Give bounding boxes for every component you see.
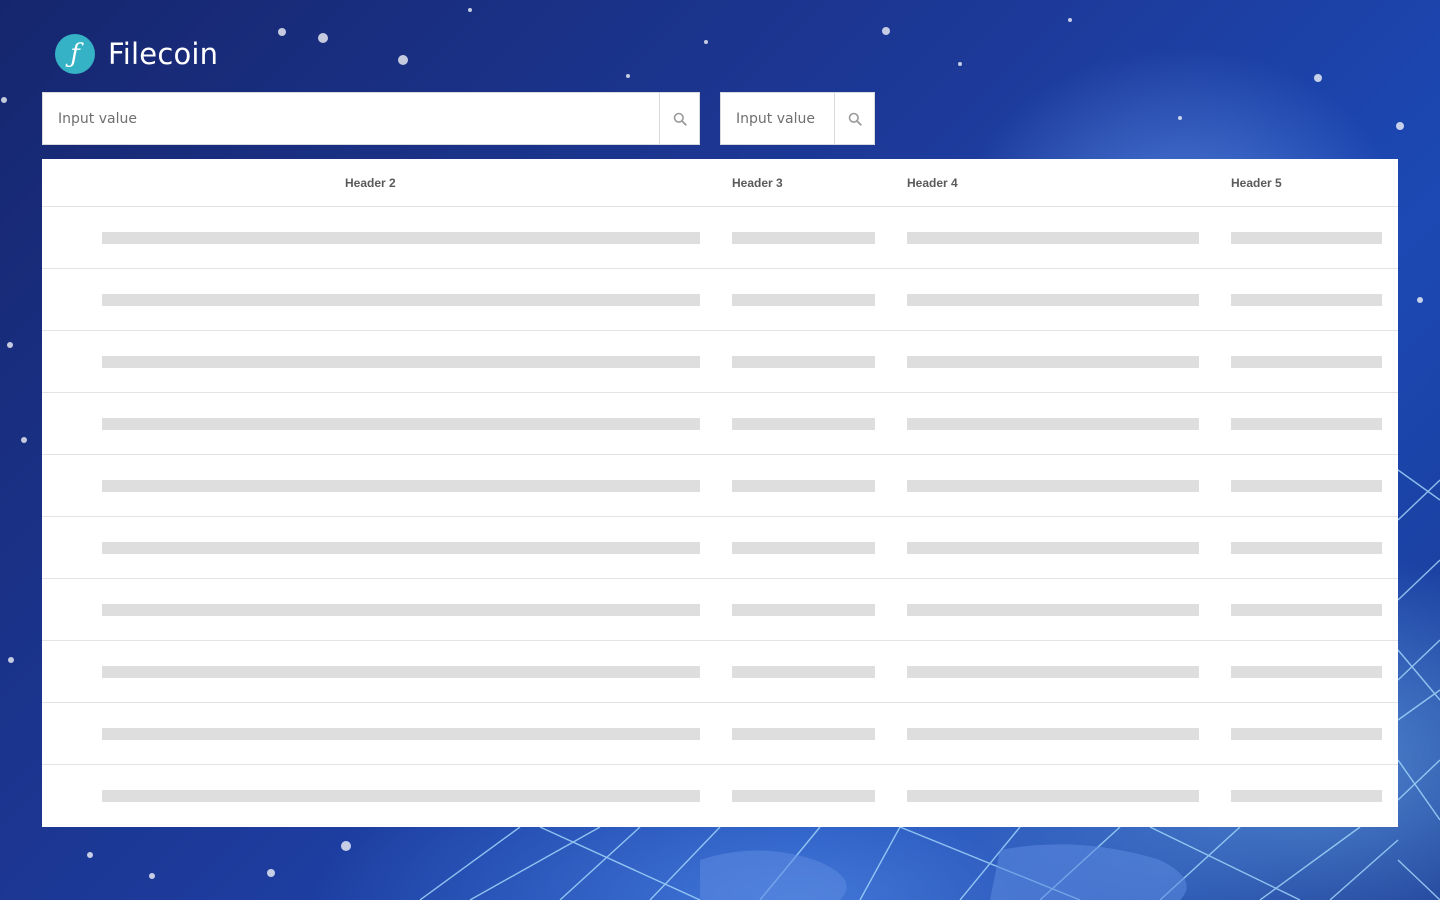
skeleton-cell-col-2 (102, 232, 700, 244)
table-row[interactable] (42, 703, 1398, 765)
skeleton-cell-col-5 (1231, 666, 1382, 678)
skeleton-cell-col-3 (732, 666, 875, 678)
skeleton-cell-col-3 (732, 294, 875, 306)
skeleton-cell-col-5 (1231, 480, 1382, 492)
skeleton-cell-col-5 (1231, 356, 1382, 368)
search-icon (673, 112, 687, 126)
secondary-search-input[interactable] (721, 93, 834, 144)
column-header-2[interactable]: Header 2 (345, 176, 396, 190)
skeleton-cell-col-3 (732, 480, 875, 492)
secondary-search-bar (720, 92, 875, 145)
skeleton-cell-col-2 (102, 604, 700, 616)
column-header-3[interactable]: Header 3 (732, 176, 783, 190)
skeleton-cell-col-4 (907, 418, 1199, 430)
skeleton-cell-col-3 (732, 604, 875, 616)
skeleton-cell-col-4 (907, 356, 1199, 368)
skeleton-cell-col-2 (102, 356, 700, 368)
skeleton-cell-col-2 (102, 294, 700, 306)
skeleton-cell-col-4 (907, 232, 1199, 244)
skeleton-cell-col-2 (102, 790, 700, 802)
skeleton-cell-col-2 (102, 418, 700, 430)
column-header-5[interactable]: Header 5 (1231, 176, 1282, 190)
filecoin-logo-icon: ƒ (55, 34, 95, 74)
skeleton-cell-col-3 (732, 728, 875, 740)
table-row[interactable] (42, 393, 1398, 455)
skeleton-cell-col-5 (1231, 790, 1382, 802)
skeleton-cell-col-3 (732, 232, 875, 244)
skeleton-cell-col-2 (102, 480, 700, 492)
main-search-bar (42, 92, 700, 145)
skeleton-cell-col-4 (907, 480, 1199, 492)
table-row[interactable] (42, 331, 1398, 393)
table-body (42, 207, 1398, 826)
column-header-4[interactable]: Header 4 (907, 176, 958, 190)
table-header-row: Header 2 Header 3 Header 4 Header 5 (42, 159, 1398, 207)
skeleton-cell-col-4 (907, 294, 1199, 306)
skeleton-cell-col-5 (1231, 232, 1382, 244)
skeleton-cell-col-4 (907, 728, 1199, 740)
secondary-search-button[interactable] (834, 93, 874, 144)
table-row[interactable] (42, 269, 1398, 331)
table-row[interactable] (42, 641, 1398, 703)
skeleton-cell-col-4 (907, 666, 1199, 678)
skeleton-cell-col-3 (732, 418, 875, 430)
table-row[interactable] (42, 517, 1398, 579)
data-table: Header 2 Header 3 Header 4 Header 5 (42, 159, 1398, 827)
search-icon (848, 112, 862, 126)
skeleton-cell-col-5 (1231, 542, 1382, 554)
skeleton-cell-col-4 (907, 604, 1199, 616)
app-logo[interactable]: ƒ Filecoin (55, 34, 218, 74)
skeleton-cell-col-5 (1231, 294, 1382, 306)
skeleton-cell-col-2 (102, 542, 700, 554)
table-row[interactable] (42, 579, 1398, 641)
skeleton-cell-col-5 (1231, 418, 1382, 430)
skeleton-cell-col-2 (102, 728, 700, 740)
skeleton-cell-col-5 (1231, 604, 1382, 616)
skeleton-cell-col-3 (732, 790, 875, 802)
table-row[interactable] (42, 765, 1398, 826)
main-search-button[interactable] (659, 93, 699, 144)
skeleton-cell-col-4 (907, 542, 1199, 554)
table-row[interactable] (42, 207, 1398, 269)
table-row[interactable] (42, 455, 1398, 517)
skeleton-cell-col-3 (732, 356, 875, 368)
skeleton-cell-col-5 (1231, 728, 1382, 740)
skeleton-cell-col-3 (732, 542, 875, 554)
skeleton-cell-col-2 (102, 666, 700, 678)
app-title: Filecoin (108, 37, 219, 71)
skeleton-cell-col-4 (907, 790, 1199, 802)
main-search-input[interactable] (43, 93, 659, 144)
